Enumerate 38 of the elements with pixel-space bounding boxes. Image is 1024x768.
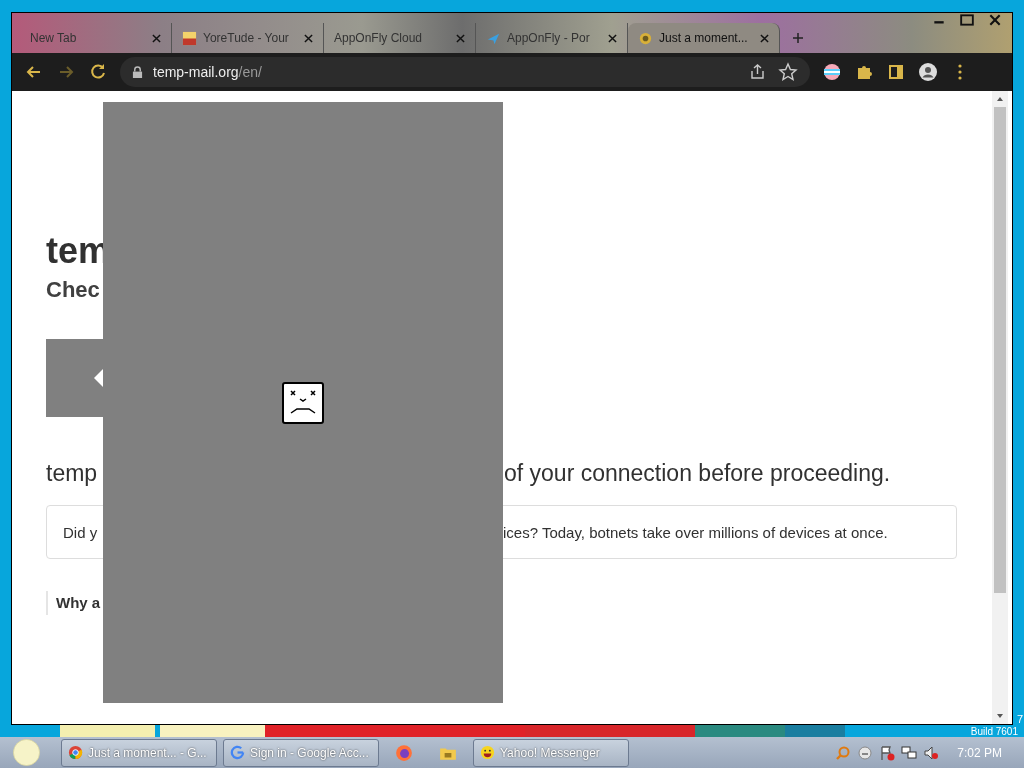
url-text: temp-mail.org/en/ [153,64,262,80]
scrollbar-thumb[interactable] [994,107,1006,593]
speaker-muted-icon[interactable] [923,744,940,761]
firefox-icon [395,743,413,762]
sad-face-icon [282,381,324,424]
g-logo-icon [230,745,245,760]
message-text: of your connection before proceeding. [504,459,892,488]
flag-warning-icon[interactable] [879,744,896,761]
desktop-text: Build 7601 [970,726,1018,737]
scrollbar[interactable] [992,91,1008,724]
notice-text: ices? Today, botnets take over millions of devices at once. [503,523,889,541]
clock[interactable]: 7:02 PM [957,745,1002,760]
close-icon[interactable] [760,33,769,43]
notice-text: Did y [63,523,99,541]
close-icon[interactable] [456,33,465,43]
close-icon[interactable] [304,33,313,43]
arrow-icon [94,369,103,387]
sidebar-icon[interactable] [886,62,906,82]
new-tab-icon[interactable] [792,32,804,44]
page-subheading: Chec [46,276,101,304]
start-button[interactable] [12,738,41,767]
browser-tab[interactable]: Just a moment... [628,23,780,53]
address-bar[interactable]: temp-mail.org/en/ [120,57,810,87]
close-icon[interactable] [152,33,161,43]
close-icon[interactable] [608,33,617,43]
striped-flag-icon[interactable] [822,62,842,82]
loading-icon [638,30,653,46]
desktop-text: 7 [1016,713,1023,725]
message-text: temp [46,459,99,488]
scroll-down-icon[interactable] [995,712,1005,720]
lock-icon [132,65,143,79]
reload-icon[interactable] [88,62,108,82]
network-icon[interactable] [901,744,918,761]
scroll-up-icon[interactable] [995,95,1005,103]
star-icon[interactable] [778,62,798,82]
profile-icon[interactable] [918,62,938,82]
tube-logo-icon [182,30,197,46]
chrome-icon [68,745,83,760]
